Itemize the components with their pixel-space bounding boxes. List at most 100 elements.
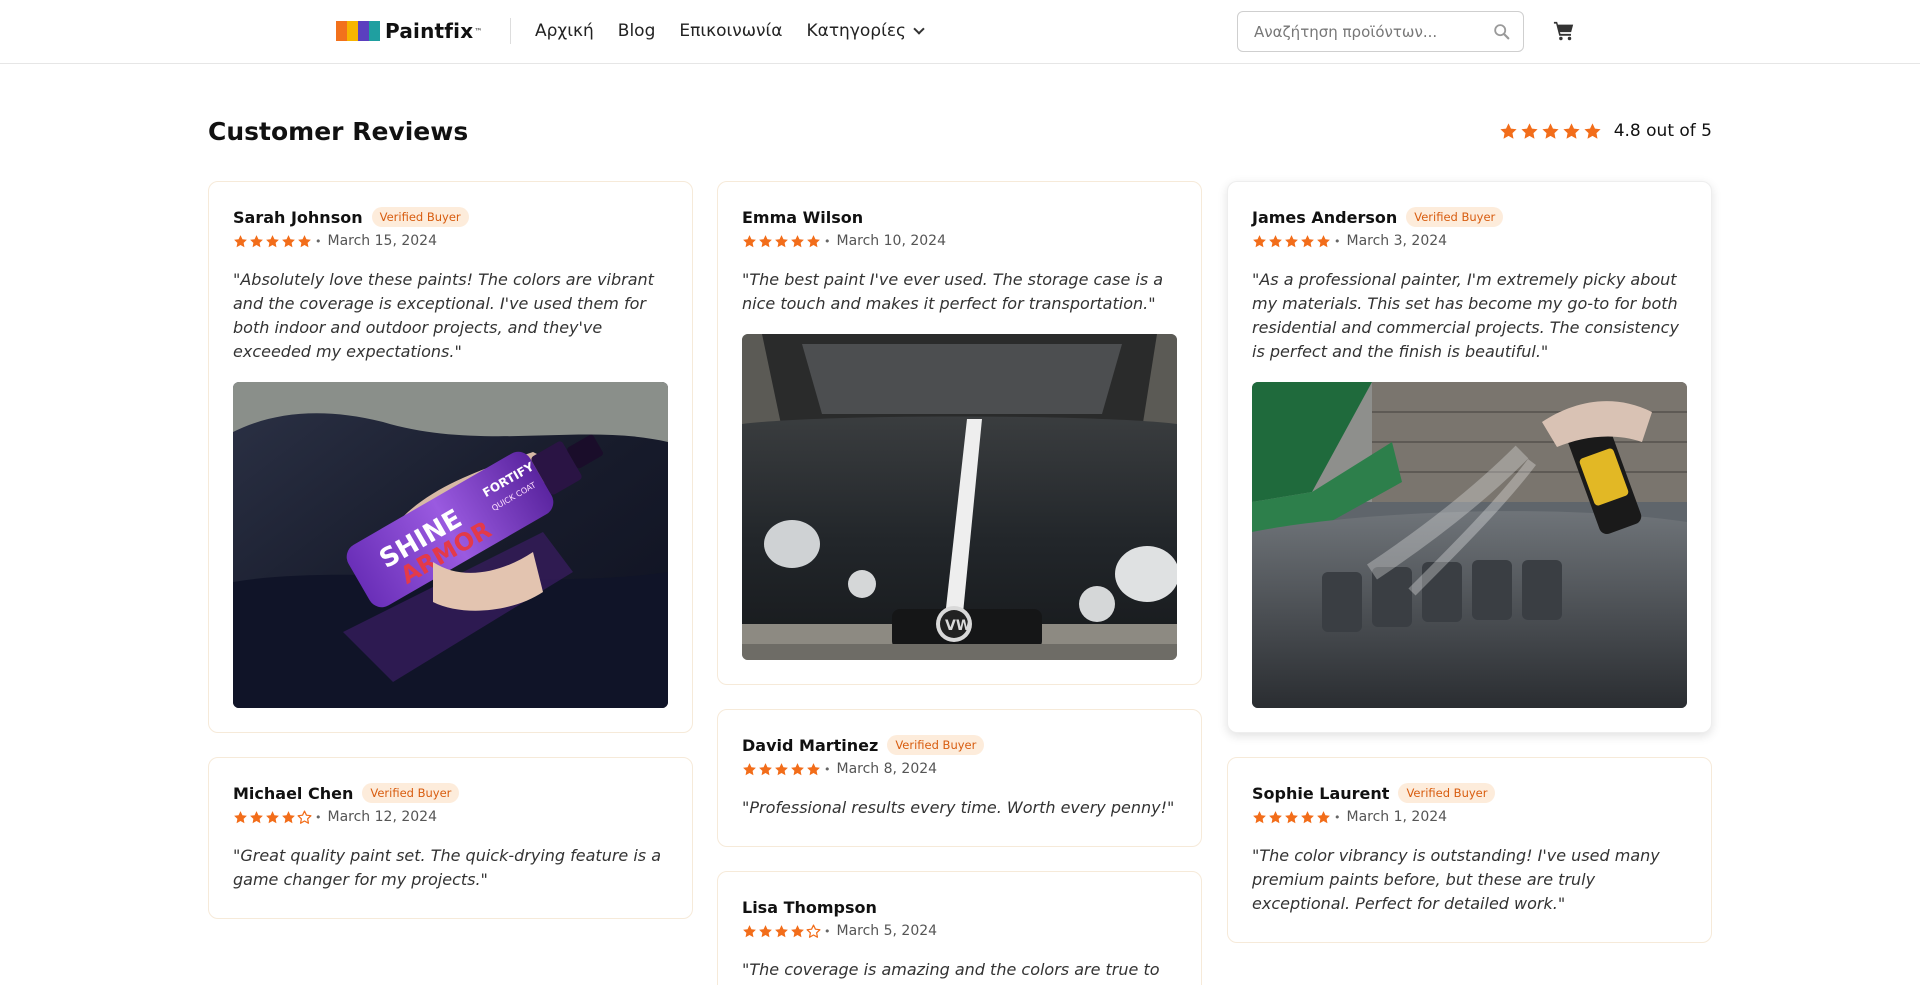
reviewer-name: James Anderson <box>1252 207 1398 227</box>
star-filled-icon <box>282 234 295 247</box>
reviewer-name: David Martinez <box>742 735 879 755</box>
star-empty-icon <box>297 810 312 824</box>
star-filled-icon <box>1253 810 1266 823</box>
star-filled-icon <box>250 234 263 247</box>
star-filled-icon <box>1269 234 1282 247</box>
star-filled-icon <box>266 234 279 247</box>
star-filled-icon <box>743 924 756 937</box>
review-card: David Martinez Verified Buyer • March 8,… <box>717 709 1202 847</box>
separator-dot: • <box>1334 810 1341 824</box>
rating-stars: • <box>233 810 322 825</box>
star-filled-icon <box>791 924 804 937</box>
separator-dot: • <box>315 810 322 824</box>
review-photo[interactable]: SHINE ARMOR FORTIFY QUICK COAT <box>233 382 668 708</box>
star-filled-icon <box>807 234 820 247</box>
star-filled-icon <box>759 762 772 775</box>
search-icon[interactable] <box>1493 23 1511 41</box>
top-navigation-bar: Paintfix ™ Αρχική Blog Επικοινωνία Κατηγ… <box>0 0 1920 64</box>
review-date: March 3, 2024 <box>1346 233 1448 249</box>
star-filled-icon <box>791 762 804 775</box>
reviewer-name: Lisa Thompson <box>742 897 877 917</box>
reviewer-name: Emma Wilson <box>742 207 864 227</box>
star-filled-icon <box>1301 810 1314 823</box>
review-date: March 5, 2024 <box>836 923 938 939</box>
verified-buyer-badge: Verified Buyer <box>1398 783 1496 803</box>
star-filled-icon <box>1521 122 1538 139</box>
search-input[interactable] <box>1254 12 1484 51</box>
nav-item-blog[interactable]: Blog <box>618 20 656 42</box>
star-filled-icon <box>743 234 756 247</box>
star-filled-icon <box>1285 810 1298 823</box>
logo-swatch <box>358 21 369 41</box>
logo-mark <box>336 21 380 41</box>
cart-icon[interactable] <box>1553 20 1575 42</box>
nav-item-categories[interactable]: Κατηγορίες <box>806 20 925 42</box>
star-filled-icon <box>1301 234 1314 247</box>
star-filled-icon <box>266 810 279 823</box>
star-filled-icon <box>759 924 772 937</box>
review-text: "The best paint I've ever used. The stor… <box>742 270 1164 313</box>
star-filled-icon <box>775 762 788 775</box>
star-filled-icon <box>298 234 311 247</box>
average-rating: 4.8 out of 5 <box>1499 121 1712 141</box>
logo-swatch <box>336 21 347 41</box>
separator-dot: • <box>315 234 322 248</box>
star-filled-icon <box>250 810 263 823</box>
star-filled-icon <box>791 234 804 247</box>
review-text: "The color vibrancy is outstanding! I've… <box>1252 846 1660 913</box>
rating-stars: • <box>1252 810 1341 825</box>
nav-item-contact[interactable]: Επικοινωνία <box>679 20 782 42</box>
separator-dot: • <box>824 234 831 248</box>
star-filled-icon <box>1542 122 1559 139</box>
reviewer-name: Michael Chen <box>233 783 354 803</box>
nav-item-home[interactable]: Αρχική <box>535 20 594 42</box>
review-date: March 12, 2024 <box>327 809 437 825</box>
review-date: March 1, 2024 <box>1346 809 1448 825</box>
chevron-down-icon <box>913 22 925 35</box>
star-filled-icon <box>775 234 788 247</box>
review-date: March 10, 2024 <box>836 233 946 249</box>
review-text: "Absolutely love these paints! The color… <box>233 270 654 361</box>
main-nav: Αρχική Blog Επικοινωνία Κατηγορίες <box>535 20 947 42</box>
review-card: Sophie Laurent Verified Buyer • March 1,… <box>1227 757 1712 943</box>
review-photo[interactable] <box>1252 382 1687 708</box>
star-filled-icon <box>282 810 295 823</box>
rating-stars: • <box>742 924 831 939</box>
review-text: "Great quality paint set. The quick-dryi… <box>233 846 662 889</box>
star-filled-icon <box>775 924 788 937</box>
star-filled-icon <box>1317 234 1330 247</box>
verified-buyer-badge: Verified Buyer <box>1406 207 1504 227</box>
vw-emblem: VW <box>945 618 971 634</box>
star-filled-icon <box>1269 810 1282 823</box>
star-filled-icon <box>1317 810 1330 823</box>
section-title: Customer Reviews <box>208 117 469 146</box>
logo[interactable]: Paintfix ™ <box>336 19 482 43</box>
separator-dot: • <box>1334 234 1341 248</box>
review-card: Lisa Thompson • March 5, 2024 "The cover… <box>717 871 1202 985</box>
review-card: Emma Wilson • March 10, 2024 "The best p… <box>717 181 1202 685</box>
separator-dot: • <box>824 762 831 776</box>
verified-buyer-badge: Verified Buyer <box>362 783 460 803</box>
average-rating-stars <box>1499 122 1604 141</box>
rating-stars: • <box>742 234 831 249</box>
review-text: "The coverage is amazing and the colors … <box>742 960 1160 979</box>
star-filled-icon <box>1500 122 1517 139</box>
star-filled-icon <box>1584 122 1601 139</box>
review-text: "As a professional painter, I'm extremel… <box>1252 270 1679 361</box>
logo-text: Paintfix <box>385 19 474 43</box>
star-empty-icon <box>806 924 821 938</box>
nav-divider <box>510 18 511 44</box>
verified-buyer-badge: Verified Buyer <box>371 207 469 227</box>
star-filled-icon <box>759 234 772 247</box>
logo-trademark: ™ <box>474 26 483 36</box>
star-filled-icon <box>1285 234 1298 247</box>
review-date: March 8, 2024 <box>836 761 938 777</box>
logo-swatch <box>347 21 358 41</box>
average-rating-text: 4.8 out of 5 <box>1613 121 1712 141</box>
verified-buyer-badge: Verified Buyer <box>887 735 985 755</box>
review-photo[interactable]: VW <box>742 334 1177 660</box>
search-box <box>1237 11 1524 52</box>
star-filled-icon <box>743 762 756 775</box>
review-card: Sarah Johnson Verified Buyer • March 15,… <box>208 181 693 733</box>
review-card: Michael Chen Verified Buyer • March 12, … <box>208 757 693 919</box>
